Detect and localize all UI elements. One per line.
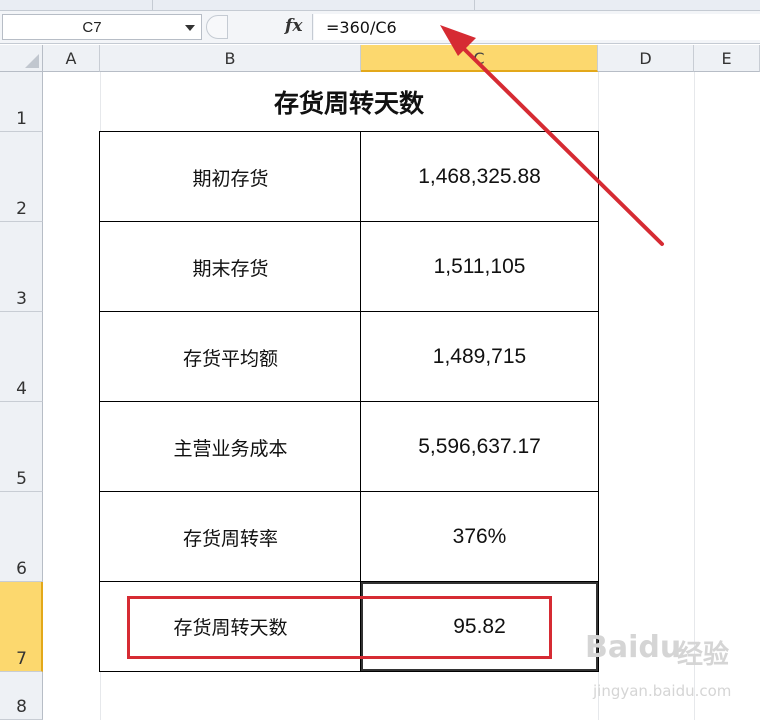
- annotation-arrow-icon: [440, 25, 664, 246]
- annotation-arrow-head: [440, 25, 476, 56]
- annotation-arrow-shaft: [453, 38, 664, 246]
- watermark-brand: Baidu: [585, 630, 682, 665]
- baidu-watermark-logo: Baidu 经验 jingyan.baidu.com: [585, 630, 755, 715]
- watermark-sub: 经验: [677, 640, 730, 670]
- watermark-url: jingyan.baidu.com: [593, 682, 732, 700]
